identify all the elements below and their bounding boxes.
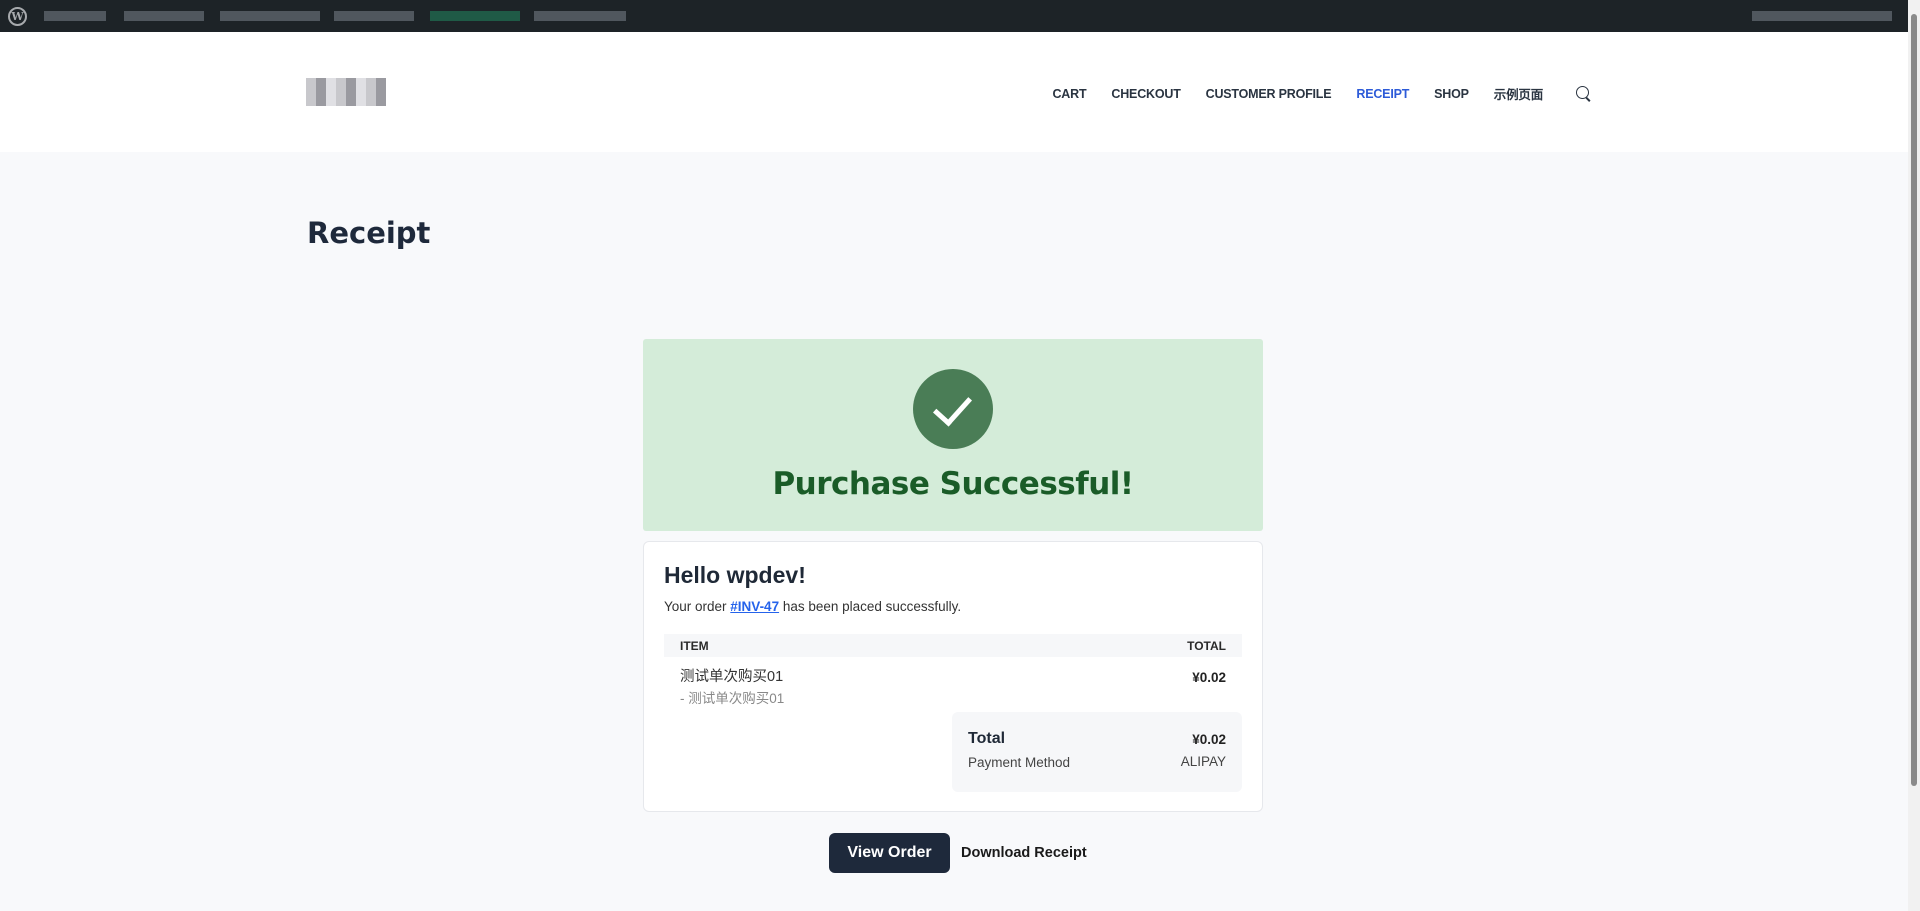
admin-bar-item-redacted[interactable] xyxy=(534,11,626,21)
admin-bar-item-redacted[interactable] xyxy=(430,11,520,21)
admin-bar: W xyxy=(0,0,1920,32)
nav-cart[interactable]: CART xyxy=(1052,87,1086,101)
greeting: Hello wpdev! xyxy=(664,562,806,589)
payment-method-label: Payment Method xyxy=(968,755,1070,770)
order-message: Your order #INV-47 has been placed succe… xyxy=(664,599,961,614)
order-message-suffix: has been placed successfully. xyxy=(779,599,961,614)
nav-checkout[interactable]: CHECKOUT xyxy=(1111,87,1180,101)
payment-method-value: ALIPAY xyxy=(1181,754,1226,769)
receipt-card: Hello wpdev! Your order #INV-47 has been… xyxy=(643,541,1263,812)
admin-bar-account-redacted[interactable] xyxy=(1752,11,1892,21)
column-item: ITEM xyxy=(680,639,709,653)
table-header: ITEM TOTAL xyxy=(664,634,1242,657)
item-variant: - 测试单次购买01 xyxy=(680,687,784,707)
success-heading: Purchase Successful! xyxy=(643,466,1263,502)
column-total: TOTAL xyxy=(1187,639,1226,653)
order-message-prefix: Your order xyxy=(664,599,730,614)
scrollbar-thumb[interactable] xyxy=(1911,14,1917,786)
site-logo[interactable] xyxy=(306,78,386,106)
item-price: ¥0.02 xyxy=(1192,670,1226,685)
total-value: ¥0.02 xyxy=(1192,732,1226,747)
admin-bar-item-redacted[interactable] xyxy=(334,11,414,21)
nav-shop[interactable]: SHOP xyxy=(1434,87,1469,101)
item-name: 测试单次购买01 xyxy=(680,665,783,686)
nav-sample-page[interactable]: 示例页面 xyxy=(1494,84,1543,103)
nav-receipt[interactable]: RECEIPT xyxy=(1356,87,1409,101)
admin-bar-item-redacted[interactable] xyxy=(124,11,204,21)
checkmark-icon xyxy=(913,369,993,449)
admin-bar-item-redacted[interactable] xyxy=(44,11,106,21)
download-receipt-link[interactable]: Download Receipt xyxy=(961,845,1087,861)
order-number-link[interactable]: #INV-47 xyxy=(730,599,779,614)
view-order-button[interactable]: View Order xyxy=(829,833,950,873)
search-icon[interactable] xyxy=(1576,86,1592,102)
site-header: CART CHECKOUT CUSTOMER PROFILE RECEIPT S… xyxy=(0,32,1908,152)
total-label: Total xyxy=(968,730,1005,748)
scrollbar[interactable] xyxy=(1908,0,1920,911)
main-nav: CART CHECKOUT CUSTOMER PROFILE RECEIPT S… xyxy=(1052,84,1592,103)
admin-bar-item-redacted[interactable] xyxy=(220,11,320,21)
nav-customer-profile[interactable]: CUSTOMER PROFILE xyxy=(1206,87,1332,101)
totals-box: Total ¥0.02 Payment Method ALIPAY xyxy=(952,712,1242,792)
wordpress-logo-icon[interactable]: W xyxy=(8,7,27,26)
success-banner: Purchase Successful! xyxy=(643,339,1263,531)
page-title: Receipt xyxy=(307,216,430,250)
